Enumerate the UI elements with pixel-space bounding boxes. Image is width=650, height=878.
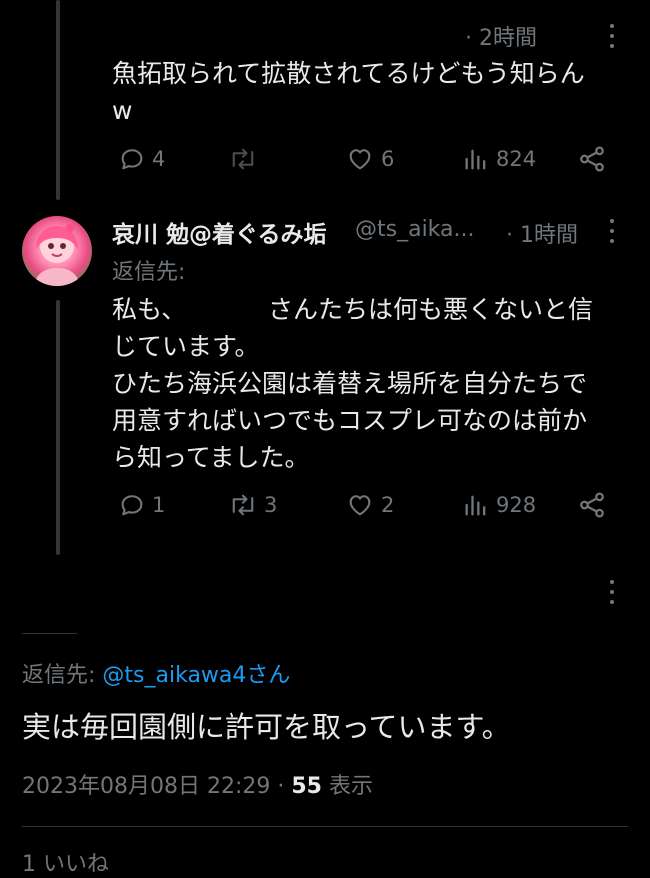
share-icon: [580, 492, 604, 518]
main-timestamp-row: 2023年08月08日 22:29 · 55 表示: [22, 768, 373, 800]
main-reply-to: 返信先: @ts_aikawa4さん: [22, 657, 290, 689]
reply-icon: [121, 149, 143, 170]
tweet2-reply-button[interactable]: 1: [118, 489, 165, 521]
main-tweet-text: 実は毎回園側に許可を取っています。: [22, 710, 511, 744]
tweet1-view-count: 824: [496, 147, 537, 171]
tweet2-text-line1-a: 私も、: [112, 295, 187, 324]
views-icon: [465, 495, 486, 516]
views-icon: [465, 149, 486, 170]
thread-line-bottom: [56, 300, 60, 555]
tweet1-text: 魚拓取られて拡散されてるけどもう知らん w: [112, 59, 585, 125]
reply-icon: [121, 495, 143, 516]
tweet1-retweet-button[interactable]: [228, 143, 264, 175]
author-name[interactable]: 哀川 勉@着ぐるみ垢: [112, 215, 327, 249]
main-more-icon[interactable]: [609, 580, 615, 604]
tweet2-reply-count: 1: [152, 493, 166, 517]
tweet1-like-count: 6: [381, 147, 395, 171]
tweet2-view-count: 928: [496, 493, 537, 517]
tweet2-like-button[interactable]: 2: [345, 489, 394, 521]
tweet2-text: じています。 ひたち海浜公園は着替え場所を自分たちで 用意すればいつでもコスプレ…: [112, 332, 588, 472]
main-reply-prefix: 返信先:: [22, 663, 103, 688]
author-handle[interactable]: @ts_aika...: [355, 217, 475, 242]
tweet2-share-button[interactable]: [577, 489, 607, 521]
tweet2-more-icon[interactable]: [609, 219, 615, 243]
tweet1-reply-button[interactable]: 4: [118, 143, 165, 175]
main-stats-divider: [22, 826, 628, 827]
tweet2-like-count: 2: [381, 493, 395, 517]
main-views-label: 表示: [321, 774, 373, 799]
tweet2-views-button[interactable]: 928: [462, 489, 536, 521]
tweet2-time[interactable]: · 1時間: [506, 217, 578, 249]
tweet1-time[interactable]: · 2時間: [465, 20, 537, 52]
main-top-divider: [22, 633, 77, 634]
tweet1-share-button[interactable]: [577, 143, 607, 175]
tweet1-reply-count: 4: [152, 147, 166, 171]
tweet1-more-icon[interactable]: [609, 24, 615, 48]
main-likes-partial[interactable]: 1 いいね: [22, 846, 109, 878]
tweet2-retweet-count: 3: [264, 493, 278, 517]
main-timestamp[interactable]: 2023年08月08日 22:29 ·: [22, 774, 291, 799]
tweet2-retweet-button[interactable]: 3: [228, 489, 277, 521]
retweet-icon: [232, 148, 254, 170]
retweet-icon: [232, 494, 254, 516]
tweet1-like-button[interactable]: 6: [345, 143, 394, 175]
main-view-count: 55: [291, 774, 322, 799]
share-icon: [580, 146, 604, 172]
tweet2-reply-label: 返信先:: [112, 260, 186, 285]
avatar[interactable]: [22, 216, 92, 286]
tweet1-views-button[interactable]: 824: [462, 143, 536, 175]
heart-icon: [349, 149, 371, 170]
heart-icon: [349, 495, 371, 516]
thread-line-top: [56, 0, 60, 200]
main-reply-handle-link[interactable]: @ts_aikawa4さん: [102, 663, 290, 688]
tweet2-text-line1-b: さんたちは何も悪くないと信: [268, 295, 594, 324]
